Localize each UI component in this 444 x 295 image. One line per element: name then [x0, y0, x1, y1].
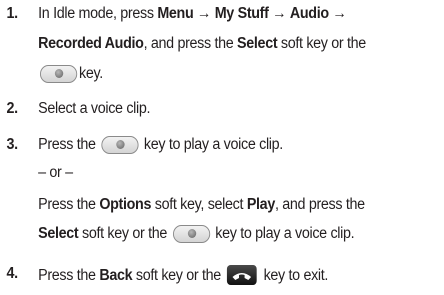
audio-label: Audio [289, 5, 329, 22]
select-key-icon [172, 225, 210, 243]
step-2-text: Select a voice clip. [38, 100, 151, 117]
step-3-line-1: Press the key to play a voice clip. [38, 136, 283, 154]
instruction-list: 1. In Idle mode, press Menu → My Stuff →… [0, 0, 413, 295]
options-label: Options [99, 196, 152, 213]
end-key-icon [227, 265, 258, 285]
my-stuff-label: My Stuff [214, 5, 269, 22]
step-number: 4. [6, 265, 19, 282]
menu-label: Menu [157, 5, 194, 22]
step-3-line-3: Press the Options soft key, select Play,… [38, 196, 365, 213]
back-label: Back [99, 267, 133, 284]
step-number: 1. [6, 5, 19, 22]
step-4-line-1: Press the Back soft key or the key to ex… [38, 265, 329, 285]
select-label: Select [38, 225, 79, 242]
step-1-line-1: In Idle mode, press Menu → My Stuff → Au… [38, 5, 347, 22]
step-number: 3. [6, 136, 19, 153]
step-3-or-separator: – or – [38, 164, 73, 181]
step-1-line-2: Recorded Audio, and press the Select sof… [38, 35, 366, 52]
step-3-line-4: Select soft key or the key to play a voi… [38, 225, 355, 243]
select-key-icon [39, 65, 78, 83]
step-number: 2. [6, 100, 19, 117]
select-label: Select [237, 35, 278, 52]
play-label: Play [246, 196, 275, 213]
step-1-line-3: key. [38, 65, 103, 83]
recorded-audio-label: Recorded Audio [38, 35, 144, 52]
select-key-icon [101, 136, 139, 154]
